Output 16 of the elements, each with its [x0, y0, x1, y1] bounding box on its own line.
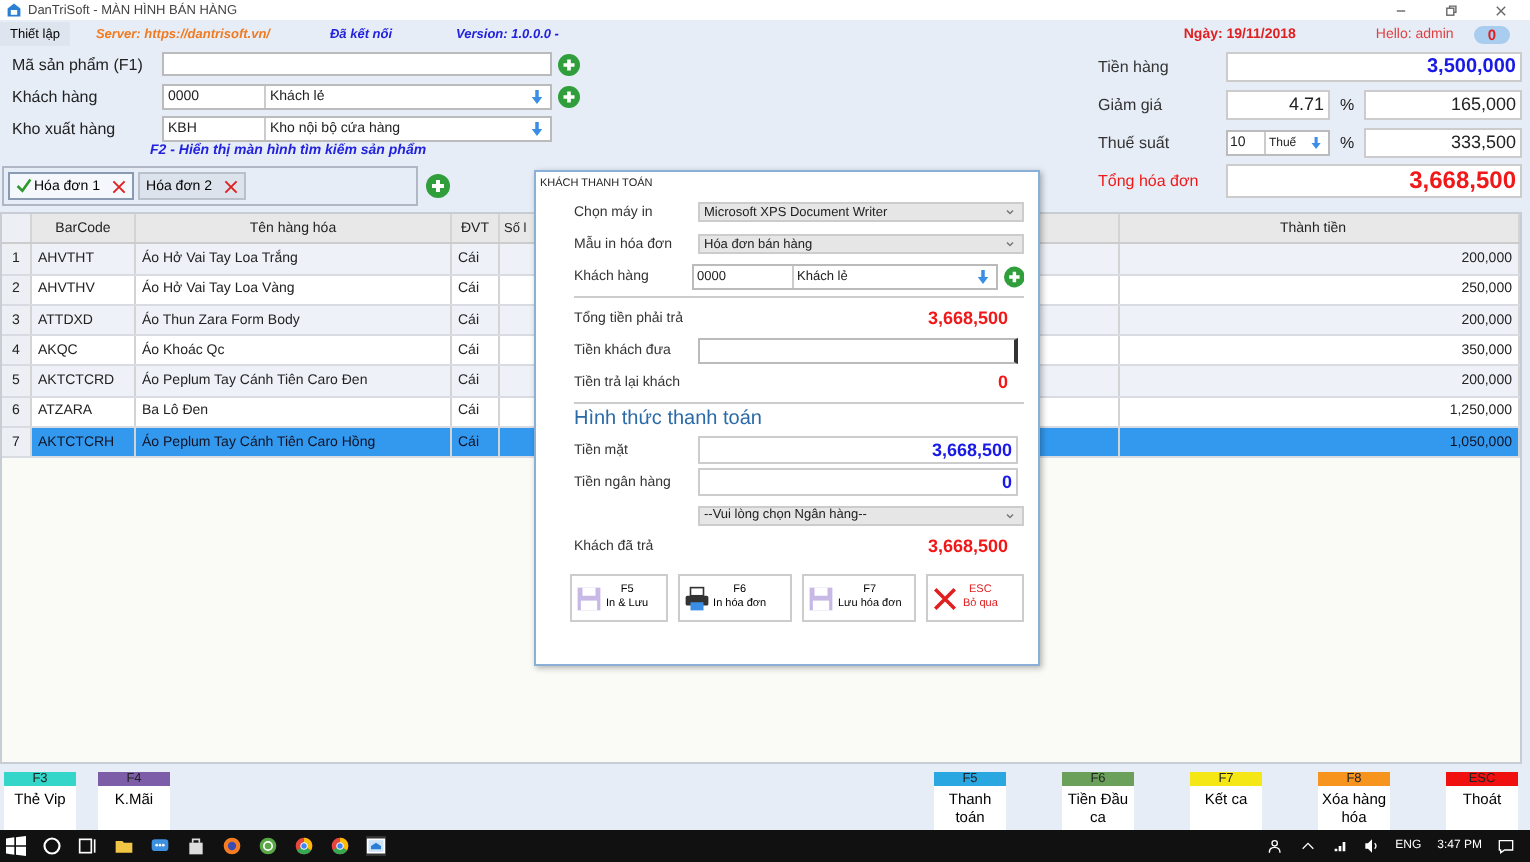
- field-label: Mã sản phẩm (F1): [12, 55, 145, 73]
- percent-label: %: [1337, 96, 1357, 114]
- tax-label: Thuế suất: [1096, 134, 1172, 152]
- section-heading: Hình thức thanh toán: [574, 408, 764, 434]
- total-field: 3,668,500: [1226, 164, 1522, 198]
- paid-amount: 3,668,500: [927, 536, 1008, 556]
- subtotal-label: Tiền hàng: [1096, 58, 1171, 76]
- change-amount: 0: [997, 372, 1008, 392]
- discount-label: Giảm giá: [1096, 96, 1165, 114]
- tax-field: 333,500: [1364, 128, 1522, 158]
- field-label: Khách hàng: [12, 87, 100, 105]
- subtotal-field: 3,500,000: [1226, 52, 1522, 82]
- total-label: Tổng hóa đơn: [1096, 172, 1201, 190]
- percent-label: %: [1337, 134, 1357, 152]
- total-amount: 3,668,500: [927, 308, 1008, 328]
- field-label: Kho xuất hàng: [12, 119, 118, 137]
